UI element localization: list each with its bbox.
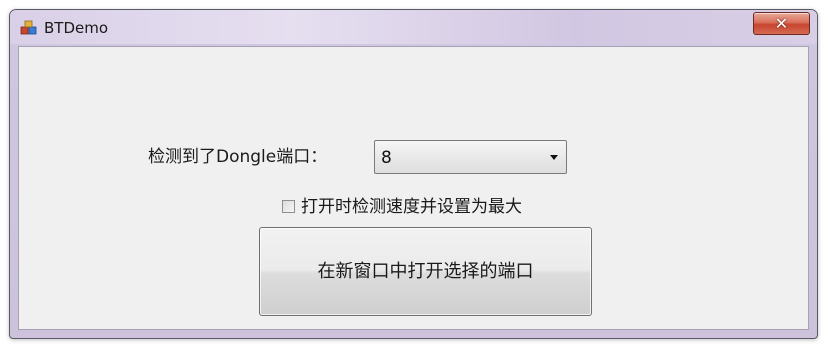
window-title: BTDemo [44, 19, 109, 37]
max-speed-checkbox-label[interactable]: 打开时检测速度并设置为最大 [301, 197, 522, 217]
open-port-button[interactable]: 在新窗口中打开选择的端口 [259, 227, 592, 316]
close-button[interactable]: ✕ [753, 12, 810, 35]
dongle-port-label: 检测到了Dongle端口： [148, 147, 328, 167]
open-port-button-label: 在新窗口中打开选择的端口 [317, 261, 534, 282]
port-select-value: 8 [381, 148, 392, 168]
client-area: 检测到了Dongle端口： 8 打开时检测速度并设置为最大 在新窗口中打开选择的… [18, 46, 809, 330]
max-speed-checkbox[interactable] [282, 200, 295, 213]
close-icon: ✕ [774, 14, 789, 33]
port-select[interactable]: 8 [374, 140, 567, 174]
app-icon [20, 20, 37, 35]
app-window: BTDemo ✕ 检测到了Dongle端口： 8 打开时检测速度并设置为最大 在… [9, 9, 818, 339]
title-bar[interactable]: BTDemo ✕ [10, 10, 817, 44]
dropdown-arrow-icon [550, 155, 558, 160]
